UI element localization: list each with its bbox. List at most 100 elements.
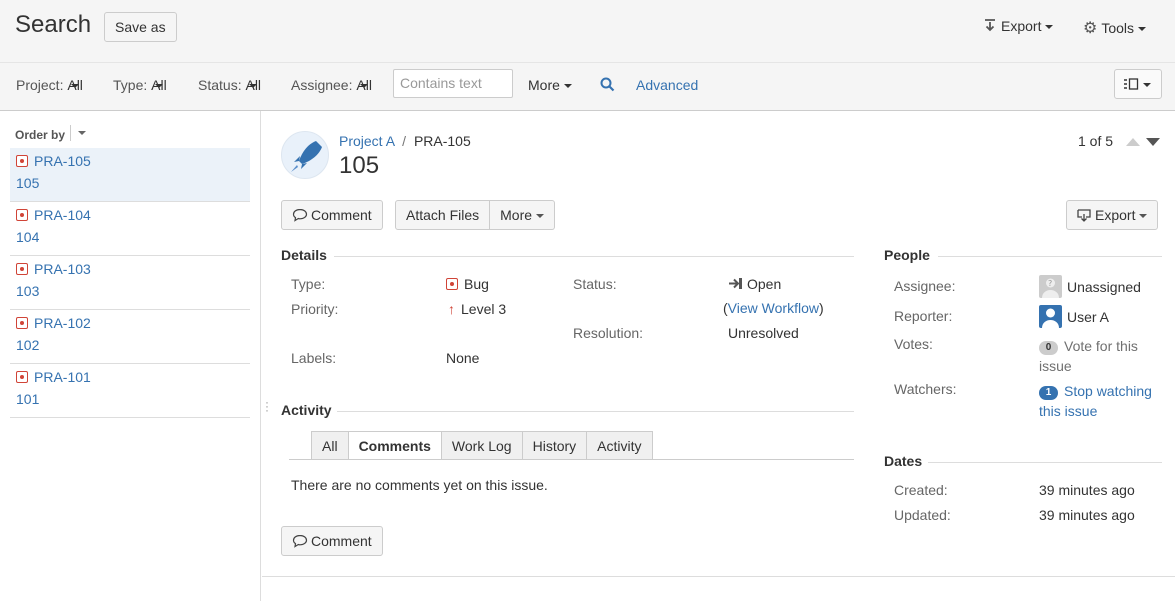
reporter-label: Reporter: — [894, 308, 953, 324]
previous-issue-icon[interactable] — [1126, 138, 1140, 146]
transition-arrow-icon — [728, 277, 743, 293]
speech-bubble-icon — [292, 529, 308, 557]
download-icon — [985, 19, 995, 32]
divider — [70, 125, 71, 141]
tab-history[interactable]: History — [522, 431, 588, 460]
comment-button[interactable]: Comment — [281, 200, 383, 230]
issue-key: PRA-105 — [34, 153, 91, 169]
chevron-down-icon — [1143, 83, 1151, 88]
list-item[interactable]: PRA-102 102 — [10, 310, 250, 364]
labels-value: None — [446, 350, 480, 366]
issue-summary: 102 — [16, 337, 40, 353]
project-filter[interactable]: Project: All — [16, 77, 83, 93]
advanced-link[interactable]: Advanced — [636, 77, 698, 93]
type-label: Type: — [291, 276, 326, 292]
project-avatar — [281, 131, 329, 179]
filter-label: Project: — [16, 77, 64, 93]
layout-switcher-button[interactable] — [1114, 69, 1162, 99]
next-issue-icon[interactable] — [1146, 138, 1160, 146]
reporter-text: User A — [1067, 309, 1110, 325]
bug-icon — [16, 371, 28, 383]
reporter-value[interactable]: User A — [1039, 305, 1109, 328]
watchers-label: Watchers: — [894, 381, 957, 397]
comment-button-group: Comment — [281, 200, 383, 230]
tab-comments[interactable]: Comments — [348, 431, 442, 460]
issue-key: PRA-103 — [34, 261, 91, 277]
tab-work-log[interactable]: Work Log — [441, 431, 523, 460]
vote-link[interactable]: Vote for this — [1064, 338, 1138, 354]
filter-label: Type: — [113, 77, 148, 93]
tools-label: Tools — [1101, 20, 1135, 36]
chevron-down-icon — [1138, 27, 1147, 32]
svg-text:?: ? — [1048, 279, 1052, 288]
people-heading: People — [884, 247, 930, 263]
votes-value: 0 Vote for this issue — [1039, 336, 1138, 376]
breadcrumb-separator: / — [402, 133, 407, 149]
export-menu[interactable]: Export — [983, 18, 1054, 34]
search-icon[interactable] — [600, 77, 615, 92]
chevron-down-icon — [563, 84, 572, 89]
chevron-down-icon — [1139, 214, 1148, 219]
watchers-count-badge: 1 — [1039, 386, 1058, 400]
status-filter[interactable]: Status: All — [198, 77, 261, 93]
list-item[interactable]: PRA-101 101 — [10, 364, 250, 418]
arrow-up-icon: ↑ — [448, 301, 455, 317]
issue-key-link[interactable]: PRA-105 — [414, 133, 471, 149]
tab-underline — [289, 459, 854, 460]
type-filter[interactable]: Type: All — [113, 77, 167, 93]
bug-icon — [16, 209, 28, 221]
view-workflow-link[interactable]: View Workflow — [728, 300, 819, 316]
divider — [262, 576, 1175, 577]
votes-count-badge: 0 — [1039, 341, 1058, 355]
bottom-comment-button[interactable]: Comment — [281, 526, 383, 556]
attach-files-button[interactable]: Attach Files — [395, 200, 491, 230]
page-header: Search Save as Export ⚙ Tools — [0, 0, 1175, 62]
more-actions-button[interactable]: More — [490, 200, 556, 230]
issue-summary: 103 — [16, 283, 40, 299]
issue-summary: 101 — [16, 391, 40, 407]
stop-watching-link[interactable]: Stop watching — [1064, 383, 1152, 399]
tab-activity[interactable]: Activity — [587, 431, 653, 460]
filter-value: All — [67, 77, 83, 93]
list-item[interactable]: PRA-104 104 — [10, 202, 250, 256]
more-filters-button[interactable]: More — [528, 77, 572, 93]
project-link[interactable]: Project A — [339, 133, 394, 149]
issue-summary: 104 — [16, 229, 40, 245]
resize-handle[interactable]: · · · — [265, 396, 269, 416]
resolution-value: Unresolved — [728, 325, 799, 341]
issue-summary: 105 — [16, 175, 40, 191]
order-by-label[interactable]: Order by — [15, 128, 65, 142]
details-heading: Details — [281, 247, 327, 263]
vote-link-cont[interactable]: issue — [1039, 358, 1072, 374]
status-value: Open — [728, 276, 781, 293]
assignee-filter[interactable]: Assignee: All — [291, 77, 372, 93]
issue-export-button[interactable]: Export — [1066, 200, 1159, 230]
assignee-label: Assignee: — [894, 278, 956, 294]
save-as-button[interactable]: Save as — [104, 12, 177, 42]
tools-menu[interactable]: ⚙ Tools — [1083, 18, 1147, 38]
list-item[interactable]: PRA-105 105 — [10, 148, 250, 202]
stop-watching-link-cont[interactable]: this issue — [1039, 403, 1097, 419]
no-comments-text: There are no comments yet on this issue. — [291, 477, 548, 493]
issue-key: PRA-102 — [34, 315, 91, 331]
paren-close: ) — [818, 300, 824, 316]
assignee-value: ? Unassigned — [1039, 275, 1141, 298]
more-label: More — [500, 207, 533, 223]
bug-icon — [446, 278, 458, 290]
updated-value: 39 minutes ago — [1039, 507, 1135, 523]
issue-key: PRA-101 — [34, 369, 91, 385]
bug-icon — [16, 263, 28, 275]
list-view-icon — [1123, 71, 1139, 99]
filter-value: All — [356, 77, 372, 93]
chevron-down-icon[interactable] — [78, 131, 86, 135]
gear-icon: ⚙ — [1083, 20, 1098, 37]
contains-text-input[interactable]: Contains text — [393, 69, 513, 98]
filter-bar: Project: All Type: All Status: All Assig… — [0, 62, 1175, 111]
activity-tabs: All Comments Work Log History Activity — [311, 431, 653, 460]
divider — [938, 256, 1162, 257]
pager-text: 1 of 5 — [1078, 133, 1114, 149]
export-label: Export — [1001, 18, 1042, 34]
list-item[interactable]: PRA-103 103 — [10, 256, 250, 310]
tab-all[interactable]: All — [311, 431, 349, 460]
resolution-label: Resolution: — [573, 325, 644, 341]
